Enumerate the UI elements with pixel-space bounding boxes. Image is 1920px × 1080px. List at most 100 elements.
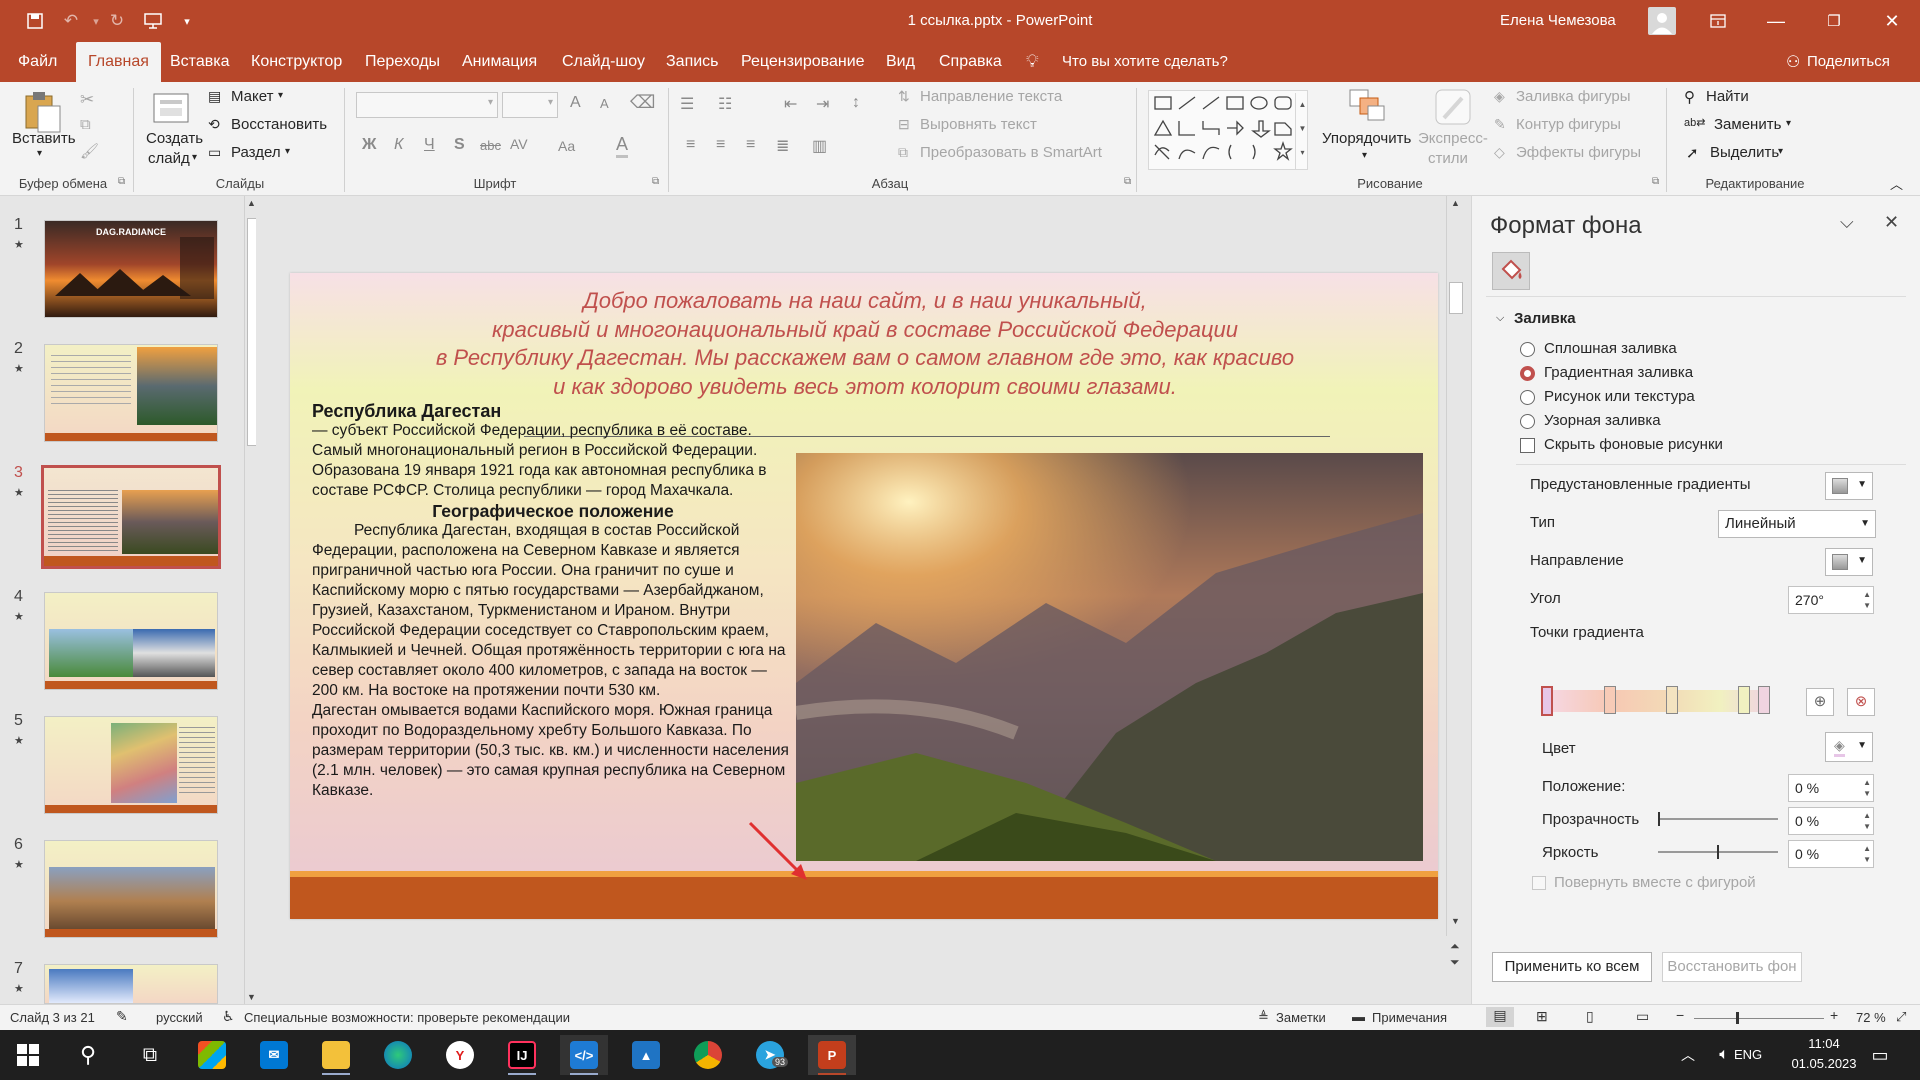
replace-button[interactable]: Заменить: [1714, 116, 1781, 133]
direction-dropdown[interactable]: ▼: [1825, 548, 1873, 576]
justify-icon[interactable]: ≣: [776, 136, 789, 156]
scroll-up-icon[interactable]: ▲: [247, 198, 256, 208]
slide-thumb-5[interactable]: [44, 716, 218, 814]
select-button[interactable]: Выделить: [1710, 144, 1779, 161]
new-slide-button[interactable]: Создать: [146, 130, 203, 147]
user-name[interactable]: Елена Чемезова: [1500, 12, 1616, 29]
pane-options-icon[interactable]: ⌵: [1840, 212, 1854, 233]
gradient-fill-radio[interactable]: [1520, 366, 1535, 381]
close-icon[interactable]: ✕: [1863, 0, 1920, 42]
paste-dropdown-icon[interactable]: ▾: [37, 148, 42, 159]
quick-styles-button-line2[interactable]: стили: [1428, 150, 1468, 167]
prev-next-slide-icon[interactable]: ⏶ ⏷: [1450, 938, 1460, 970]
telegram-icon[interactable]: ➤ 93: [746, 1035, 794, 1075]
transparency-input[interactable]: 0 % ▲ ▼: [1788, 807, 1874, 835]
section-button[interactable]: Раздел: [231, 144, 281, 161]
zoom-out-icon[interactable]: −: [1676, 1007, 1684, 1023]
drawing-launcher-icon[interactable]: ⧉: [1652, 176, 1659, 187]
remove-stop-icon[interactable]: ⊗: [1847, 688, 1875, 716]
language-status[interactable]: русский: [156, 1010, 203, 1025]
section-icon[interactable]: ▭: [208, 144, 221, 161]
picture-fill-label[interactable]: Рисунок или текстура: [1544, 388, 1695, 405]
tab-review[interactable]: Рецензирование: [729, 42, 877, 82]
body-text[interactable]: Республика Дагестан — субъект Российской…: [312, 401, 794, 801]
slide-thumb-2[interactable]: [44, 344, 218, 442]
notes-button[interactable]: Заметки: [1276, 1010, 1326, 1025]
layout-dropdown-icon[interactable]: ▾: [278, 90, 283, 101]
zoom-level[interactable]: 72 %: [1856, 1010, 1886, 1025]
quick-styles-button[interactable]: Экспресс-: [1418, 130, 1488, 147]
slider-thumb[interactable]: [1717, 845, 1719, 859]
position-input[interactable]: 0 % ▲ ▼: [1788, 774, 1874, 802]
font-size-dropdown-icon[interactable]: ▾: [548, 97, 553, 108]
scroll-thumb[interactable]: [1449, 282, 1463, 314]
reading-view-icon[interactable]: ▯: [1586, 1008, 1594, 1025]
select-icon[interactable]: ➚: [1686, 144, 1699, 162]
avatar[interactable]: [1648, 7, 1676, 35]
shape-fill-icon[interactable]: ◈: [1494, 88, 1505, 105]
format-painter-icon[interactable]: 🖌︎: [80, 142, 99, 160]
smartart-button[interactable]: Преобразовать в SmartArt: [920, 144, 1102, 161]
font-size-box[interactable]: ▾: [502, 92, 558, 118]
accessibility-icon[interactable]: ♿︎: [222, 1008, 235, 1025]
slideshow-view-icon[interactable]: ▭: [1636, 1008, 1649, 1025]
brightness-slider[interactable]: [1658, 845, 1778, 859]
slide-heading[interactable]: Добро пожаловать на наш сайт, и в наш ун…: [310, 287, 1420, 401]
notes-icon[interactable]: ≜: [1258, 1009, 1269, 1025]
chrome-icon[interactable]: [684, 1035, 732, 1075]
find-button[interactable]: Найти: [1706, 88, 1749, 105]
font-name-dropdown-icon[interactable]: ▾: [488, 97, 493, 108]
gradient-fill-label[interactable]: Градиентная заливка: [1544, 364, 1693, 381]
solid-fill-radio[interactable]: [1520, 342, 1535, 357]
shape-outline-button[interactable]: Контур фигуры: [1516, 116, 1621, 133]
paragraph-launcher-icon[interactable]: ⧉: [1124, 176, 1131, 187]
shape-outline-icon[interactable]: ✎: [1494, 116, 1506, 133]
tell-me-box[interactable]: Что вы хотите сделать?: [1062, 53, 1228, 70]
new-slide-dropdown-icon[interactable]: ▾: [192, 152, 197, 163]
reset-icon[interactable]: ⟲: [208, 116, 220, 133]
tab-animations[interactable]: Анимация: [450, 42, 549, 82]
file-explorer-icon[interactable]: [312, 1035, 360, 1075]
underline-button[interactable]: Ч: [424, 136, 435, 154]
spin-up-icon[interactable]: ▲: [1863, 844, 1871, 853]
preset-gradients-dropdown[interactable]: ▼: [1825, 472, 1873, 500]
apply-to-all-button[interactable]: Применить ко всем: [1492, 952, 1652, 982]
hide-bg-checkbox[interactable]: [1520, 438, 1535, 453]
quick-styles-icon[interactable]: [1434, 88, 1472, 130]
pane-close-icon[interactable]: ✕: [1884, 212, 1899, 233]
spin-down-icon[interactable]: ▼: [1863, 789, 1871, 798]
slide-thumb-1[interactable]: DAG.RADIANCE: [44, 220, 218, 318]
spin-up-icon[interactable]: ▲: [1863, 590, 1871, 599]
shape-fill-button[interactable]: Заливка фигуры: [1516, 88, 1631, 105]
zoom-slider[interactable]: [1694, 1012, 1824, 1024]
tab-slideshow[interactable]: Слайд-шоу: [550, 42, 657, 82]
photos-icon[interactable]: ▲: [622, 1035, 670, 1075]
share-button[interactable]: Поделиться: [1807, 53, 1890, 70]
text-direction-icon[interactable]: ⇅: [898, 88, 910, 105]
store-icon[interactable]: [188, 1035, 236, 1075]
solid-fill-label[interactable]: Сплошная заливка: [1544, 340, 1677, 357]
clock-date[interactable]: 01.05.2023: [1784, 1056, 1864, 1071]
new-slide-icon[interactable]: [152, 90, 192, 130]
scroll-down-icon[interactable]: ▼: [247, 992, 256, 1002]
gradient-stop[interactable]: [1738, 686, 1750, 714]
save-icon[interactable]: [22, 8, 48, 34]
spin-up-icon[interactable]: ▲: [1863, 811, 1871, 820]
line-spacing-icon[interactable]: ↕: [852, 94, 860, 112]
arrange-dropdown-icon[interactable]: ▾: [1362, 150, 1367, 161]
columns-icon[interactable]: ▥: [812, 136, 827, 156]
smartart-icon[interactable]: ⧉: [898, 144, 908, 161]
spin-up-icon[interactable]: ▲: [1863, 778, 1871, 787]
search-icon[interactable]: ⚲: [64, 1035, 112, 1075]
collapse-ribbon-icon[interactable]: ︿: [1890, 174, 1903, 193]
tab-home[interactable]: Главная: [76, 42, 161, 82]
replace-dropdown-icon[interactable]: ▾: [1786, 118, 1791, 129]
pattern-fill-label[interactable]: Узорная заливка: [1544, 412, 1661, 429]
spin-down-icon[interactable]: ▼: [1863, 822, 1871, 831]
shrink-font-icon[interactable]: A: [600, 96, 609, 111]
bold-button[interactable]: Ж: [362, 136, 376, 154]
restore-icon[interactable]: ❐: [1805, 0, 1863, 42]
spin-down-icon[interactable]: ▼: [1863, 855, 1871, 864]
powerpoint-icon[interactable]: P: [808, 1035, 856, 1075]
accessibility-status[interactable]: Специальные возможности: проверьте реком…: [244, 1010, 570, 1025]
